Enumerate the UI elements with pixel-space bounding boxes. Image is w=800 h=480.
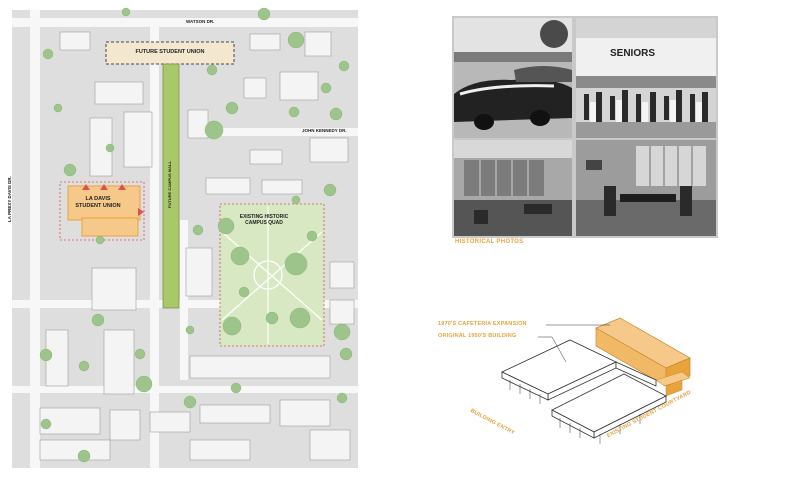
future-student-union-label: FUTURE STUDENT UNION [135,49,205,55]
watson-dr-label: WATSON DR. [186,19,215,24]
seniors-sign: SENIORS [610,48,656,59]
photo-dining-room [576,140,716,236]
john-kennedy-dr-label: JOHN KENNEDY DR. [302,128,347,133]
historical-photos-caption: HISTORICAL PHOTOS [455,239,524,245]
photo-seniors-crowd: SENIORS [576,18,716,138]
original-building-label: ORIGINAL 1950'S BUILDING [438,333,517,339]
la-davis-student-union-label: LA DAVIS STUDENT UNION [75,196,121,209]
historic-campus-quad-label: EXISTING HISTORIC CAMPUS QUAD [239,214,289,227]
future-campus-mall-label: FUTURE CAMPUS MALL [167,161,172,208]
historical-photos-panel: SENIORS [452,16,718,238]
photo-lounge-interior [454,140,572,236]
la-prexy-davis-dr-label: LA PREXY DAVIS DR. [7,176,12,222]
photo-vintage-cars [454,18,572,138]
cafeteria-expansion-label: 1970'S CAFETERIA EXPANSION [438,321,527,327]
